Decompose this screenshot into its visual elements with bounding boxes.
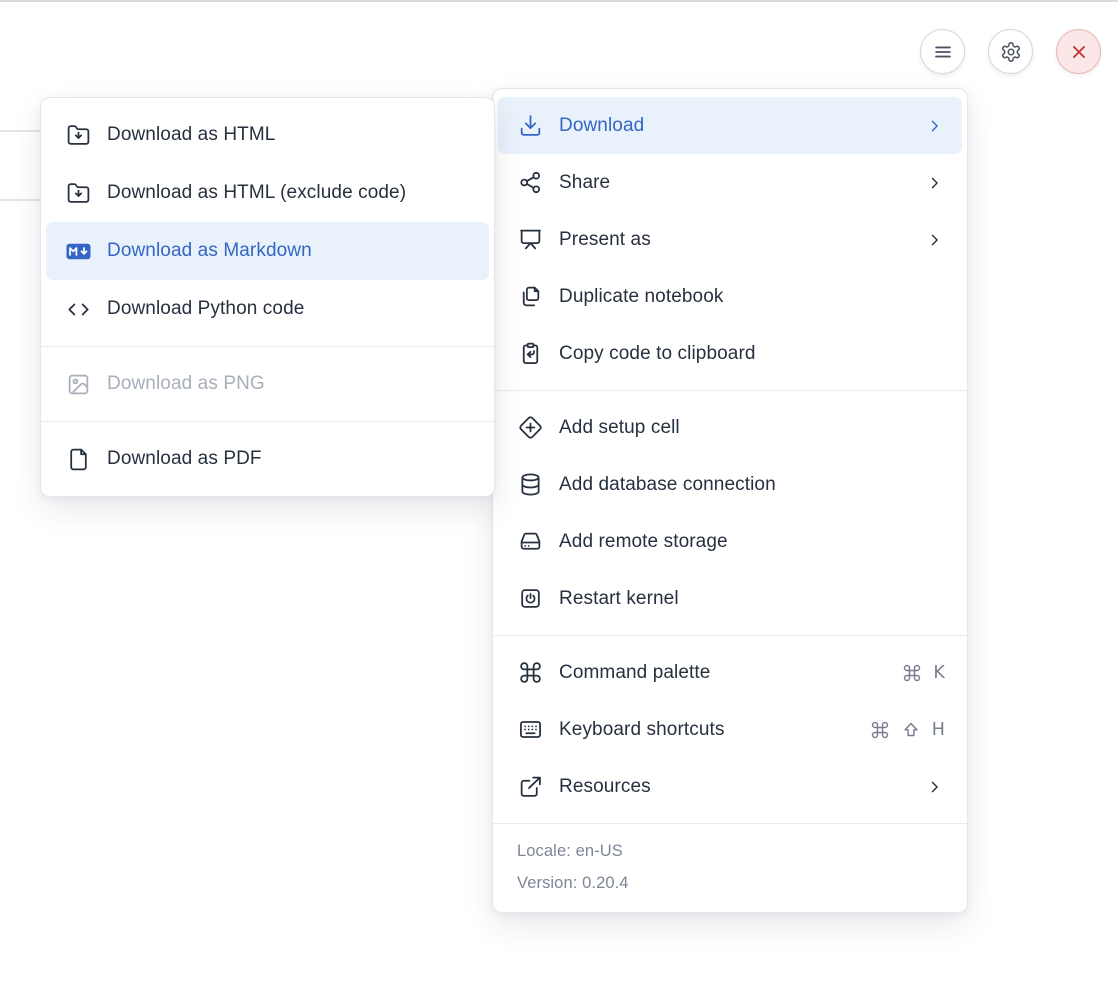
- submenu-group: Download as PNG: [41, 346, 494, 421]
- menu-item-resources[interactable]: Resources: [498, 758, 962, 815]
- menu-item-restart-kernel[interactable]: Restart kernel: [498, 570, 962, 627]
- external-link-icon: [517, 774, 543, 800]
- menu-group: Command palette K Keyboard shortcuts H Resou…: [493, 635, 967, 823]
- window-top-border: [0, 0, 1118, 2]
- menu-item-label: Download: [559, 115, 644, 137]
- menu-groups: Download Share Present as Duplicate noteboo…: [493, 89, 967, 823]
- gear-icon: [1000, 41, 1022, 63]
- download-icon: [517, 113, 543, 139]
- folder-down-icon: [65, 122, 91, 148]
- menu-item-duplicate-notebook[interactable]: Duplicate notebook: [498, 268, 962, 325]
- shortcut-hint: H: [870, 720, 945, 740]
- locale-text: Locale: en-US: [493, 835, 967, 867]
- submenu-item-download-python-code[interactable]: Download Python code: [46, 280, 489, 338]
- menu-item-label: Download as PDF: [107, 448, 262, 470]
- command-key-icon: [870, 720, 890, 740]
- menu-item-add-remote-storage[interactable]: Add remote storage: [498, 513, 962, 570]
- menu-item-keyboard-shortcuts[interactable]: Keyboard shortcuts H: [498, 701, 962, 758]
- menu-item-label: Download as HTML (exclude code): [107, 182, 406, 204]
- clipboard-copy-icon: [517, 341, 543, 367]
- menu-item-label: Copy code to clipboard: [559, 343, 756, 365]
- menu-item-add-database-connection[interactable]: Add database connection: [498, 456, 962, 513]
- shift-key-icon: [901, 720, 921, 740]
- command-icon: [517, 660, 543, 686]
- settings-button[interactable]: [988, 29, 1033, 74]
- menu-item-download[interactable]: Download: [498, 97, 962, 154]
- markdown-icon: [65, 238, 91, 264]
- share-icon: [517, 170, 543, 196]
- duplicate-icon: [517, 284, 543, 310]
- power-icon: [517, 586, 543, 612]
- notebook-toolbar: [920, 29, 1101, 74]
- menu-item-label: Add setup cell: [559, 417, 680, 439]
- hamburger-icon: [932, 41, 954, 63]
- chevron-right-icon: [925, 230, 945, 250]
- image-icon: [65, 371, 91, 397]
- menu-item-label: Command palette: [559, 662, 710, 684]
- database-icon: [517, 472, 543, 498]
- menu-item-label: Resources: [559, 776, 651, 798]
- submenu-item-download-as-html[interactable]: Download as HTML: [46, 106, 489, 164]
- menu-item-label: Share: [559, 172, 610, 194]
- menu-button[interactable]: [920, 29, 965, 74]
- menu-item-label: Add remote storage: [559, 531, 728, 553]
- version-text: Version: 0.20.4: [493, 867, 967, 899]
- background-cell-edge-bottom: [0, 199, 41, 201]
- menu-item-label: Download as HTML: [107, 124, 275, 146]
- submenu-groups: Download as HTML Download as HTML (exclud…: [41, 98, 494, 496]
- submenu-group: Download as PDF: [41, 421, 494, 496]
- menu-group: Download Share Present as Duplicate noteboo…: [493, 89, 967, 390]
- submenu-item-download-as-png: Download as PNG: [46, 355, 489, 413]
- chevron-right-icon: [925, 173, 945, 193]
- chevron-right-icon: [925, 116, 945, 136]
- menu-item-add-setup-cell[interactable]: Add setup cell: [498, 399, 962, 456]
- menu-item-label: Present as: [559, 229, 651, 251]
- notebook-action-menu: Download Share Present as Duplicate noteboo…: [492, 88, 968, 913]
- diamond-plus-icon: [517, 415, 543, 441]
- code-icon: [65, 296, 91, 322]
- close-button[interactable]: [1056, 29, 1101, 74]
- menu-item-copy-code-to-clipboard[interactable]: Copy code to clipboard: [498, 325, 962, 382]
- menu-footer: Locale: en-US Version: 0.20.4: [493, 823, 967, 912]
- file-icon: [65, 446, 91, 472]
- menu-item-command-palette[interactable]: Command palette K: [498, 644, 962, 701]
- menu-item-label: Duplicate notebook: [559, 286, 723, 308]
- menu-item-label: Keyboard shortcuts: [559, 719, 725, 741]
- download-submenu: Download as HTML Download as HTML (exclud…: [40, 97, 495, 497]
- submenu-group: Download as HTML Download as HTML (exclud…: [41, 98, 494, 346]
- hard-drive-icon: [517, 529, 543, 555]
- menu-item-label: Add database connection: [559, 474, 776, 496]
- chevron-right-icon: [925, 777, 945, 797]
- shortcut-hint: K: [902, 663, 945, 683]
- menu-item-share[interactable]: Share: [498, 154, 962, 211]
- menu-item-label: Download as PNG: [107, 373, 265, 395]
- close-icon: [1068, 41, 1090, 63]
- menu-item-label: Download Python code: [107, 298, 304, 320]
- menu-item-label: Restart kernel: [559, 588, 679, 610]
- menu-group: Add setup cell Add database connection Add…: [493, 390, 967, 635]
- submenu-item-download-as-pdf[interactable]: Download as PDF: [46, 430, 489, 488]
- command-key-icon: [902, 663, 922, 683]
- submenu-item-download-as-markdown[interactable]: Download as Markdown: [46, 222, 489, 280]
- folder-down-icon: [65, 180, 91, 206]
- menu-item-present-as[interactable]: Present as: [498, 211, 962, 268]
- background-cell-edge-top: [0, 130, 41, 132]
- presentation-icon: [517, 227, 543, 253]
- submenu-item-download-as-html-exclude-code[interactable]: Download as HTML (exclude code): [46, 164, 489, 222]
- keyboard-icon: [517, 717, 543, 743]
- menu-item-label: Download as Markdown: [107, 240, 312, 262]
